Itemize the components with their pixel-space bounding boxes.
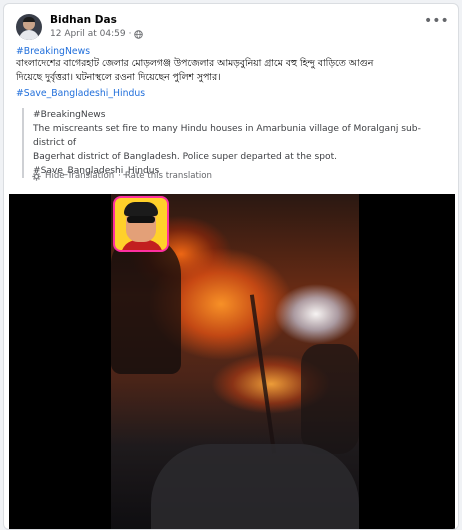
rate-translation-link[interactable]: Rate this translation: [125, 171, 212, 181]
hide-translation-link[interactable]: Hide Translation: [45, 171, 114, 181]
avatar-body: [19, 30, 39, 40]
gear-icon: [32, 171, 41, 181]
hashtag-link[interactable]: #BreakingNews: [16, 46, 90, 57]
dark-foreground: [151, 444, 359, 529]
video-player[interactable]: [9, 194, 455, 529]
bangla-line-2: দিয়েছে দুর্বৃত্তরা। ঘটনাস্থলে রওনা দিয়…: [16, 72, 221, 83]
author-name[interactable]: Bidhan Das: [50, 14, 117, 26]
post-hashtag-save[interactable]: #Save_Bangladeshi_Hindus: [16, 87, 446, 101]
translation-hashtag-breaking[interactable]: #BreakingNews: [33, 108, 450, 122]
logo-hair: [124, 202, 158, 216]
channel-logo-icon: [113, 196, 169, 252]
avatar-hair: [23, 17, 35, 22]
actions-separator: ·: [118, 171, 121, 181]
logo-glasses: [127, 216, 155, 223]
post-header: Bidhan Das 12 April at 04:59 · •••: [16, 14, 449, 44]
pole-silhouette: [249, 294, 277, 454]
globe-icon: [134, 29, 144, 39]
post-meta: 12 April at 04:59 ·: [50, 29, 144, 39]
translation-actions: Hide Translation · Rate this translation: [32, 171, 212, 181]
post-body-bangla: বাংলাদেশের বাগেরহাট জেলার মোড়লগঞ্জ উপজে…: [16, 57, 446, 85]
avatar[interactable]: [16, 14, 42, 40]
post-date[interactable]: 12 April at 04:59: [50, 29, 126, 39]
post-card: Bidhan Das 12 April at 04:59 · ••• #Brea…: [3, 3, 459, 530]
translation-line-1: The miscreants set fire to many Hindu ho…: [33, 124, 421, 148]
translation-block: #BreakingNews The miscreants set fire to…: [22, 108, 450, 178]
dark-silhouette: [301, 344, 359, 454]
hashtag-link[interactable]: #Save_Bangladeshi_Hindus: [16, 88, 145, 99]
meta-separator: ·: [128, 29, 132, 39]
video-frame-fire: [111, 194, 359, 529]
bangla-line-1: বাংলাদেশের বাগেরহাট জেলার মোড়লগঞ্জ উপজে…: [16, 58, 374, 69]
dark-silhouette: [111, 234, 181, 374]
more-options-icon[interactable]: •••: [424, 14, 449, 30]
translation-line-2: Bagerhat district of Bangladesh. Police …: [33, 152, 338, 162]
